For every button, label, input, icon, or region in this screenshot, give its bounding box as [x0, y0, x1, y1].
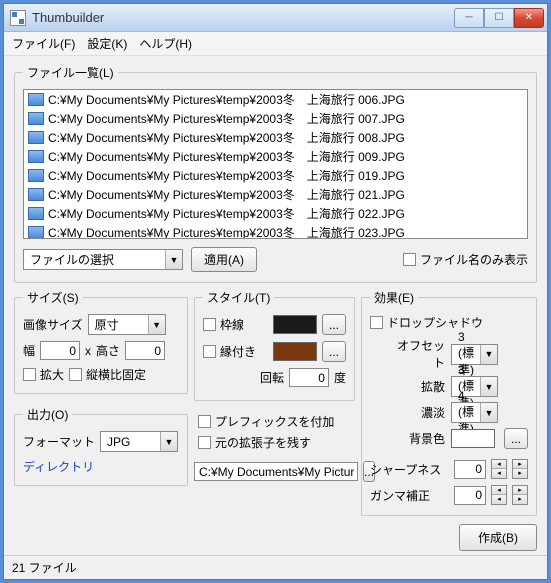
density-select[interactable]: 4 (標準)▼ — [451, 402, 498, 423]
window-title: Thumbuilder — [32, 10, 454, 25]
image-icon — [28, 169, 44, 182]
titlebar[interactable]: Thumbuilder ─ ☐ ✕ — [4, 4, 547, 32]
dropshadow-checkbox[interactable]: ドロップシャドウ — [370, 314, 528, 331]
window: Thumbuilder ─ ☐ ✕ ファイル(F) 設定(K) ヘルプ(H) フ… — [3, 3, 548, 580]
gamma-spinner-right[interactable]: ▸▸ — [512, 485, 528, 505]
spread-label: 拡散 — [386, 378, 445, 395]
border-color-button[interactable]: ... — [322, 314, 346, 335]
list-item[interactable]: C:¥My Documents¥My Pictures¥temp¥2003冬 上… — [24, 128, 527, 147]
image-icon — [28, 112, 44, 125]
checkbox-icon — [403, 253, 416, 266]
close-button[interactable]: ✕ — [514, 8, 544, 28]
bgcolor-button[interactable]: ... — [504, 428, 528, 449]
image-size-label: 画像サイズ — [23, 316, 83, 333]
menu-settings[interactable]: 設定(K) — [87, 35, 127, 52]
directory-input[interactable] — [194, 462, 358, 481]
list-item[interactable]: C:¥My Documents¥My Pictures¥temp¥2003冬 上… — [24, 223, 527, 239]
style-legend: スタイル(T) — [203, 289, 274, 306]
list-item[interactable]: C:¥My Documents¥My Pictures¥temp¥2003冬 上… — [24, 166, 527, 185]
chevron-down-icon[interactable]: ▼ — [480, 403, 497, 422]
rotation-input[interactable] — [289, 368, 329, 387]
filelist-group: ファイル一覧(L) C:¥My Documents¥My Pictures¥te… — [14, 64, 537, 283]
image-icon — [28, 226, 44, 239]
status-text: 21 ファイル — [12, 561, 77, 575]
filename-only-checkbox[interactable]: ファイル名のみ表示 — [403, 251, 528, 268]
menu-file[interactable]: ファイル(F) — [12, 35, 75, 52]
image-icon — [28, 188, 44, 201]
gamma-input[interactable] — [454, 486, 486, 505]
gamma-label: ガンマ補正 — [370, 487, 430, 504]
gamma-spinner-left[interactable]: ◂◂ — [491, 485, 507, 505]
size-legend: サイズ(S) — [23, 289, 83, 306]
height-input[interactable] — [125, 341, 165, 360]
apply-button[interactable]: 適用(A) — [191, 247, 257, 272]
format-select[interactable]: JPG ▼ — [100, 431, 178, 452]
statusbar: 21 ファイル — [4, 555, 547, 579]
output-legend: 出力(O) — [23, 406, 72, 423]
menu-help[interactable]: ヘルプ(H) — [139, 35, 192, 52]
file-list[interactable]: C:¥My Documents¥My Pictures¥temp¥2003冬 上… — [23, 89, 528, 239]
create-button[interactable]: 作成(B) — [459, 524, 537, 551]
menubar: ファイル(F) 設定(K) ヘルプ(H) — [4, 32, 547, 56]
image-icon — [28, 93, 44, 106]
bgcolor-swatch[interactable] — [451, 429, 495, 448]
image-icon — [28, 207, 44, 220]
sharpness-label: シャープネス — [370, 461, 441, 478]
offset-select[interactable]: 3 (標準)▼ — [451, 344, 498, 365]
fill-color-swatch[interactable] — [273, 342, 317, 361]
directory-label[interactable]: ディレクトリ — [23, 458, 94, 475]
sharpness-spinner-right[interactable]: ▸▸ — [512, 459, 528, 479]
list-item[interactable]: C:¥My Documents¥My Pictures¥temp¥2003冬 上… — [24, 109, 527, 128]
chevron-down-icon[interactable]: ▼ — [480, 377, 497, 396]
size-group: サイズ(S) 画像サイズ 原寸 ▼ 幅 x 高さ — [14, 289, 188, 394]
rotation-label: 回転 — [260, 369, 284, 386]
sharpness-input[interactable] — [454, 460, 486, 479]
keep-ext-checkbox[interactable]: 元の拡張子を残す — [198, 434, 351, 451]
image-size-select[interactable]: 原寸 ▼ — [88, 314, 166, 335]
effects-legend: 効果(E) — [370, 289, 418, 306]
list-item[interactable]: C:¥My Documents¥My Pictures¥temp¥2003冬 上… — [24, 90, 527, 109]
bgcolor-label: 背景色 — [386, 430, 445, 447]
list-item[interactable]: C:¥My Documents¥My Pictures¥temp¥2003冬 上… — [24, 147, 527, 166]
density-label: 濃淡 — [386, 404, 445, 421]
fill-color-button[interactable]: ... — [322, 341, 346, 362]
minimize-button[interactable]: ─ — [454, 8, 484, 28]
width-label: 幅 — [23, 342, 35, 359]
list-item[interactable]: C:¥My Documents¥My Pictures¥temp¥2003冬 上… — [24, 204, 527, 223]
width-input[interactable] — [40, 341, 80, 360]
filelist-legend: ファイル一覧(L) — [23, 64, 118, 81]
format-label: フォーマット — [23, 433, 95, 450]
chevron-down-icon[interactable]: ▼ — [148, 315, 165, 334]
chevron-down-icon[interactable]: ▼ — [160, 432, 177, 451]
maximize-button[interactable]: ☐ — [484, 8, 514, 28]
enlarge-checkbox[interactable]: 拡大 — [23, 366, 64, 383]
sharpness-spinner-left[interactable]: ◂◂ — [491, 459, 507, 479]
fill-checkbox[interactable]: 縁付き — [203, 343, 256, 360]
effects-group: 効果(E) ドロップシャドウ オフセット 3 (標準)▼ 拡散 3 (標準)▼ … — [361, 289, 537, 516]
output-group: 出力(O) フォーマット JPG ▼ ディレクトリ — [14, 406, 188, 486]
list-item[interactable]: C:¥My Documents¥My Pictures¥temp¥2003冬 上… — [24, 185, 527, 204]
height-label: 高さ — [96, 342, 120, 359]
prefix-checkbox[interactable]: プレフィックスを付加 — [198, 413, 351, 430]
border-color-swatch[interactable] — [273, 315, 317, 334]
file-select-combo[interactable]: ファイルの選択 ▼ — [23, 249, 183, 270]
offset-label: オフセット — [386, 337, 445, 371]
aspect-lock-checkbox[interactable]: 縦横比固定 — [69, 366, 146, 383]
border-checkbox[interactable]: 枠線 — [203, 316, 244, 333]
style-group: スタイル(T) 枠線 ... 縁付き ... 回転 — [194, 289, 355, 401]
image-icon — [28, 131, 44, 144]
app-icon — [10, 10, 26, 26]
chevron-down-icon[interactable]: ▼ — [480, 345, 497, 364]
image-icon — [28, 150, 44, 163]
chevron-down-icon[interactable]: ▼ — [165, 250, 182, 269]
